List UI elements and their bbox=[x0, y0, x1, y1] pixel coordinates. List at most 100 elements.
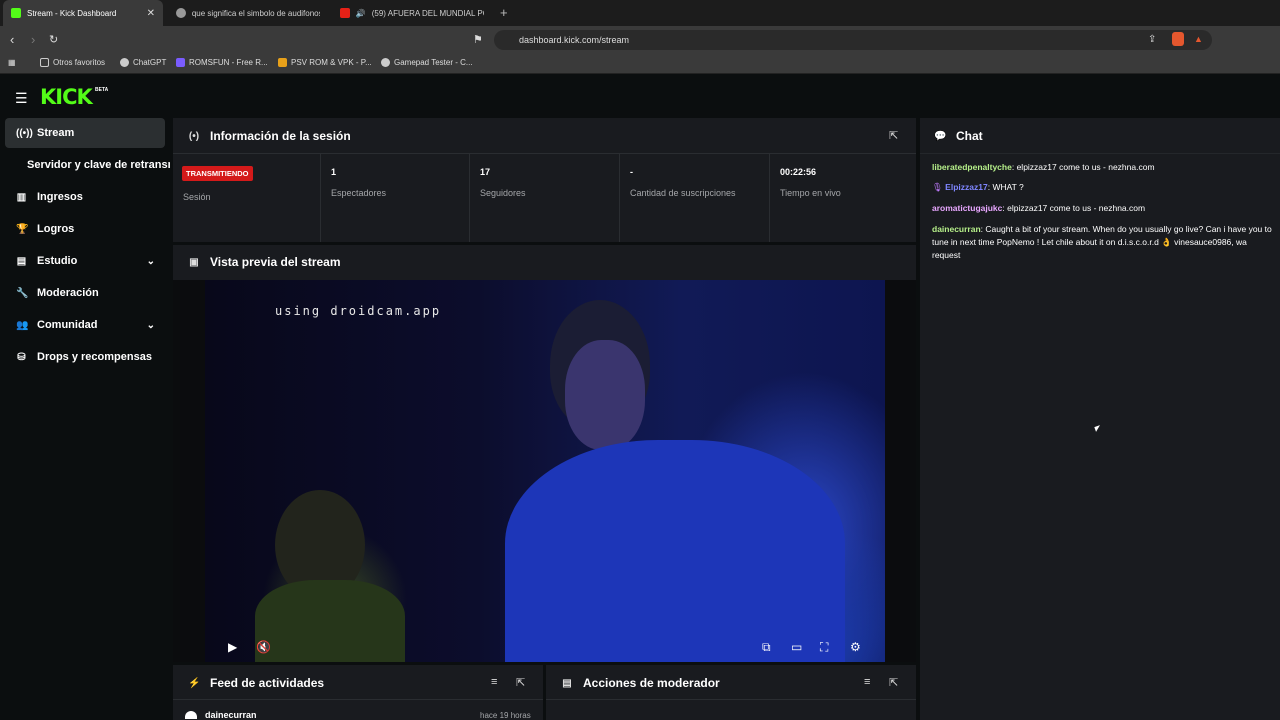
bookmarks-bar: ▦ Otros favoritos ChatGPT ROMSFUN - Free… bbox=[0, 54, 1280, 74]
stream-icon: ((•)) bbox=[16, 127, 33, 139]
menu-icon[interactable]: ☰ bbox=[15, 90, 28, 107]
back-icon[interactable]: ‹ bbox=[10, 32, 14, 47]
google-favicon-icon bbox=[176, 8, 186, 18]
bookmark-psv[interactable]: PSV ROM & VPK - P... bbox=[278, 58, 372, 67]
chevron-down-icon[interactable]: ⌄ bbox=[147, 256, 155, 267]
chat-username[interactable]: aromatictugajukc bbox=[932, 203, 1002, 213]
tab-youtube[interactable]: 🔊 (59) AFUERA DEL MUNDIAL POR bbox=[332, 0, 492, 26]
address-bar-row: ‹ › ↻ ⚑ dashboard.kick.com/stream ⇪ ▲ bbox=[0, 26, 1280, 54]
panel-title: ▣ Vista previa del stream bbox=[188, 255, 340, 269]
chat-message: dainecurran: Caught a bit of your stream… bbox=[932, 224, 1272, 260]
sidebar-item-label: Estudio bbox=[37, 255, 78, 267]
sidebar-item-drops[interactable]: ⛁ Drops y recompensas bbox=[5, 342, 165, 372]
bookmark-label: ChatGPT bbox=[133, 58, 167, 67]
stat-label: Cantidad de suscripciones bbox=[630, 188, 736, 198]
session-info-panel: (•) Información de la sesión ⇱ TRANSMITI… bbox=[173, 118, 916, 242]
chat-message: aromatictugajukc: elpizzaz17 come to us … bbox=[932, 203, 1146, 213]
sidebar-item-logros[interactable]: 🏆 Logros bbox=[5, 214, 165, 244]
play-icon[interactable]: ▶ bbox=[228, 640, 237, 654]
sidebar-item-label: Comunidad bbox=[37, 319, 98, 331]
chat-text: WHAT ? bbox=[992, 182, 1024, 192]
popout-icon[interactable]: ⇱ bbox=[516, 676, 525, 689]
bookmark-label: Otros favoritos bbox=[53, 58, 106, 67]
fullscreen-icon[interactable]: ⛶ bbox=[820, 640, 828, 655]
share-icon[interactable]: ⇪ bbox=[1148, 34, 1156, 45]
stat-viewers: 1 Espectadores bbox=[321, 154, 470, 242]
mute-icon[interactable]: 🔇 bbox=[256, 640, 271, 654]
bookmark-otros-favoritos[interactable]: Otros favoritos bbox=[40, 58, 105, 67]
preview-icon: ▣ bbox=[189, 256, 199, 268]
sidebar: ((•)) Stream Servidor y clave de retrans… bbox=[0, 116, 170, 720]
document-icon: ▤ bbox=[562, 677, 572, 689]
kick-logo[interactable]: KICK bbox=[40, 85, 93, 109]
panel-title: ▤ Acciones de moderador bbox=[561, 676, 719, 690]
sidebar-item-ingresos[interactable]: ▥ Ingresos bbox=[5, 182, 165, 212]
drops-icon: ⛁ bbox=[17, 351, 26, 363]
bookmark-romsfun[interactable]: ROMSFUN - Free R... bbox=[176, 58, 268, 67]
chat-panel: 💬 Chat liberatedpenaltyche: elpizzaz17 c… bbox=[920, 118, 1280, 720]
activity-user[interactable]: dainecurran bbox=[205, 710, 257, 720]
psv-icon bbox=[278, 58, 287, 67]
settings-icon[interactable]: ⚙ bbox=[850, 640, 861, 654]
url-input[interactable]: dashboard.kick.com/stream bbox=[494, 30, 1212, 50]
panel-title: ⚡ Feed de actividades bbox=[188, 676, 324, 690]
chat-username[interactable]: liberatedpenaltyche bbox=[932, 162, 1012, 172]
chat-text: Caught a bit of your stream. When do you… bbox=[932, 224, 1272, 260]
pip-icon[interactable]: ⧉ bbox=[762, 640, 771, 655]
chat-title: Chat bbox=[956, 129, 983, 143]
droidcam-watermark: using droidcam.app bbox=[275, 304, 442, 318]
bookmark-label: Gamepad Tester - C... bbox=[394, 58, 473, 67]
sidebar-item-moderacion[interactable]: 🔧 Moderación bbox=[5, 278, 165, 308]
chat-text: elpizzaz17 come to us - nezhna.com bbox=[1007, 203, 1146, 213]
stat-value: 17 bbox=[480, 167, 491, 177]
chart-icon: ▥ bbox=[16, 191, 27, 203]
apps-grid-icon[interactable]: ▦ bbox=[8, 58, 16, 67]
bookmark-icon[interactable]: ⚑ bbox=[473, 33, 483, 46]
sidebar-item-estudio[interactable]: ▤ Estudio ⌄ bbox=[5, 246, 165, 276]
forward-icon[interactable]: › bbox=[31, 32, 35, 47]
sidebar-item-label: Stream bbox=[37, 127, 75, 139]
activity-title: Feed de actividades bbox=[210, 676, 325, 690]
tab-search[interactable]: que significa el simbolo de audifonos bbox=[168, 0, 328, 26]
filter-icon[interactable]: ≡ bbox=[491, 676, 497, 688]
tab-kick-dashboard[interactable]: Stream - Kick Dashboard ✕ bbox=[3, 0, 163, 26]
reload-icon[interactable]: ↻ bbox=[49, 33, 58, 46]
brave-rewards-icon[interactable]: ▲ bbox=[1194, 34, 1203, 44]
browser-tab-bar: Stream - Kick Dashboard ✕ que significa … bbox=[0, 0, 1280, 26]
close-tab-icon[interactable]: ✕ bbox=[147, 8, 155, 19]
session-title: Información de la sesión bbox=[210, 129, 351, 143]
chat-username[interactable]: Elpizzaz17 bbox=[945, 182, 988, 192]
stream-video[interactable]: using droidcam.app ▶ 🔇 ⧉ ▭ ⛶ ⚙ bbox=[205, 280, 885, 662]
folder-icon bbox=[40, 58, 49, 67]
bookmark-gamepad[interactable]: Gamepad Tester - C... bbox=[381, 58, 473, 67]
speaker-icon: 🔊 bbox=[355, 8, 366, 18]
sidebar-item-stream[interactable]: ((•)) Stream bbox=[5, 118, 165, 148]
filter-icon[interactable]: ≡ bbox=[864, 676, 870, 688]
sidebar-item-server-key[interactable]: Servidor y clave de retransmisión bbox=[5, 150, 170, 180]
popout-icon[interactable]: ⇱ bbox=[889, 129, 898, 142]
brave-shield-icon[interactable] bbox=[1172, 32, 1184, 46]
kick-header: ☰ KICK BETA bbox=[0, 76, 1280, 116]
lightning-icon: ⚡ bbox=[188, 677, 201, 689]
person-face-shape bbox=[565, 340, 645, 450]
stat-value: 1 bbox=[331, 167, 337, 177]
divider bbox=[173, 699, 543, 700]
romsfun-icon bbox=[176, 58, 185, 67]
new-tab-button[interactable]: + bbox=[500, 5, 508, 20]
activity-time: hace 19 horas bbox=[480, 711, 531, 720]
stat-label: Espectadores bbox=[331, 188, 387, 198]
stat-session: TRANSMITIENDO Sesión bbox=[173, 154, 321, 242]
chevron-down-icon[interactable]: ⌄ bbox=[147, 320, 155, 331]
theater-icon[interactable]: ▭ bbox=[791, 640, 802, 654]
stat-label: Tiempo en vivo bbox=[780, 188, 841, 198]
activity-feed-panel: ⚡ Feed de actividades ≡ ⇱ dainecurran ha… bbox=[173, 665, 543, 720]
gamepad-icon bbox=[381, 58, 390, 67]
sidebar-item-comunidad[interactable]: 👥 Comunidad ⌄ bbox=[5, 310, 165, 340]
panel-title: (•) Información de la sesión bbox=[188, 129, 351, 143]
background-person-body-shape bbox=[255, 580, 405, 662]
bookmark-chatgpt[interactable]: ChatGPT bbox=[120, 58, 166, 67]
youtube-favicon-icon bbox=[340, 8, 350, 18]
popout-icon[interactable]: ⇱ bbox=[889, 676, 898, 689]
chat-username[interactable]: dainecurran bbox=[932, 224, 981, 234]
url-text: dashboard.kick.com/stream bbox=[519, 35, 630, 45]
